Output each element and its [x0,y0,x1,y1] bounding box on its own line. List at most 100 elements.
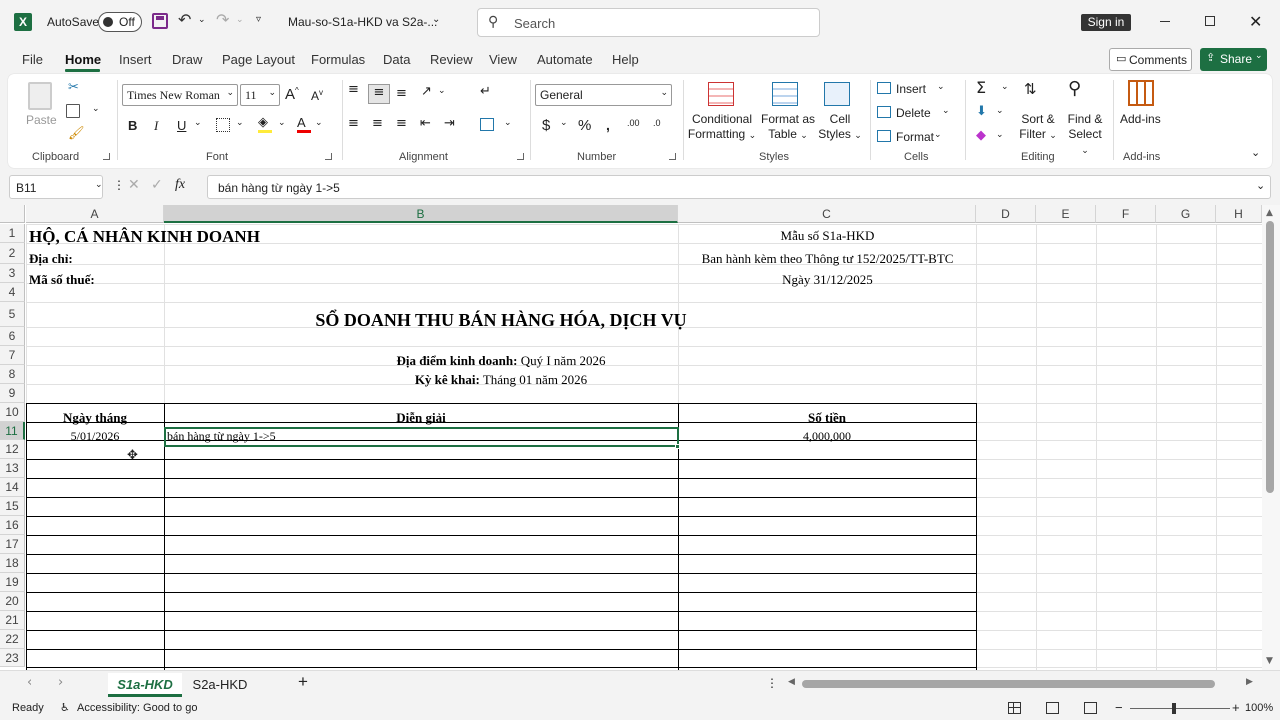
page-break-view-icon[interactable] [1084,702,1097,714]
orientation-icon[interactable]: ↗ [421,84,432,99]
format-as-table-icon[interactable] [772,82,798,106]
increase-decimal-icon[interactable]: .00 [627,118,640,128]
select-all-corner[interactable] [0,205,25,223]
column-header-b[interactable]: B [164,205,678,223]
number-format-select[interactable]: General ⌄ [535,84,672,106]
undo-dropdown-icon[interactable]: ⌄ [198,15,206,25]
conditional-formatting-icon[interactable] [708,82,734,106]
autosum-dropdown-icon[interactable]: ⌄ [1001,82,1009,92]
zoom-slider-thumb[interactable] [1172,703,1176,714]
zoom-out-icon[interactable]: − [1115,700,1123,715]
delete-cells-icon[interactable] [877,106,891,118]
sheet-tab-s1a-hkd[interactable]: S1a-HKD [108,673,182,697]
merge-center-icon[interactable] [480,118,494,131]
column-header-d[interactable]: D [976,205,1036,223]
close-icon[interactable]: ✕ [1249,12,1262,31]
sort-filter-button[interactable]: Sort & Filter ⌄ [1016,112,1060,144]
cell-styles-icon[interactable] [824,82,850,106]
insert-dropdown-icon[interactable]: ⌄ [937,82,945,92]
format-cells-label[interactable]: Format [896,130,934,144]
cell-c11-amount[interactable]: 4,000,000 [678,429,976,444]
row-header-2[interactable]: 2 [0,243,25,264]
column-header-c[interactable]: C [678,205,976,223]
row-header-20[interactable]: 20 [0,592,25,611]
row-header-14[interactable]: 14 [0,478,25,497]
find-select-icon[interactable]: ⚲ [1068,78,1081,99]
find-select-button[interactable]: Find & Select ⌄ [1063,112,1107,159]
currency-dropdown-icon[interactable]: ⌄ [560,118,568,128]
file-name-dropdown-icon[interactable]: ⌄ [432,14,440,25]
tab-help[interactable]: Help [612,52,639,67]
page-layout-view-icon[interactable] [1046,702,1059,714]
comments-button[interactable]: ▭ Comments [1109,48,1192,71]
add-ins-icon[interactable] [1128,80,1154,106]
currency-button[interactable]: $ [542,117,550,134]
restore-icon[interactable] [1205,16,1215,26]
autosave-toggle[interactable]: Off [98,12,142,32]
row-header-10[interactable]: 10 [0,403,25,422]
number-launcher-icon[interactable] [669,153,676,160]
cell-a1-business-name[interactable]: HỘ, CÁ NHÂN KINH DOANH [29,227,260,247]
decrease-font-icon[interactable]: Av [311,88,323,103]
collapse-ribbon-icon[interactable]: ⌄ [1251,146,1260,159]
row-header-16[interactable]: 16 [0,516,25,535]
format-painter-icon[interactable]: 🖌 [68,126,85,141]
font-name-select[interactable]: Times New Roman ⌄ [122,84,238,106]
add-ins-button[interactable]: Add-ins [1120,112,1161,127]
tab-review[interactable]: Review [430,52,473,67]
cell-declaration-period[interactable]: Kỳ kê khai: Tháng 01 năm 2026 [26,372,976,388]
clipboard-launcher-icon[interactable] [103,153,110,160]
align-top-icon[interactable]: ≡ [348,82,359,97]
format-cells-icon[interactable] [877,130,891,142]
tab-insert[interactable]: Insert [119,52,152,67]
increase-indent-icon[interactable]: ⇥ [444,116,455,131]
tab-file[interactable]: File [22,52,43,67]
next-sheet-icon[interactable]: › [58,675,63,690]
paste-icon[interactable] [28,82,52,110]
formula-input[interactable]: bán hàng từ ngày 1->5 ⌄ [207,175,1271,199]
cell-report-title[interactable]: SỔ DOANH THU BÁN HÀNG HÓA, DỊCH VỤ [26,310,976,331]
tab-split-handle-icon[interactable]: ⋮ [766,676,778,690]
vertical-scroll-thumb[interactable] [1266,221,1274,493]
increase-font-icon[interactable]: A^ [285,86,299,103]
row-header-15[interactable]: 15 [0,497,25,516]
zoom-level[interactable]: 100% [1245,702,1273,714]
format-dropdown-icon[interactable]: ⌄ [934,130,942,140]
normal-view-icon[interactable] [1008,702,1021,714]
cell-a11-date[interactable]: 5/01/2026 [26,429,164,444]
row-header-7[interactable]: 7 [0,346,25,365]
merge-dropdown-icon[interactable]: ⌄ [504,118,512,128]
more-options-icon[interactable]: ⋮ [113,178,125,192]
share-button[interactable]: ⇪ Share ⌄ [1200,48,1267,71]
decrease-indent-icon[interactable]: ⇤ [420,116,431,131]
align-middle-icon[interactable]: ≡ [368,84,390,104]
italic-button[interactable]: I [154,118,158,134]
add-sheet-button[interactable]: + [298,672,308,692]
scroll-down-icon[interactable]: ▼ [1266,656,1273,666]
align-right-icon[interactable]: ≡ [396,116,407,131]
scroll-up-icon[interactable]: ▲ [1266,208,1273,218]
clear-dropdown-icon[interactable]: ⌄ [996,130,1004,140]
font-launcher-icon[interactable] [325,153,332,160]
row-header-13[interactable]: 13 [0,459,25,478]
horizontal-scroll-thumb[interactable] [802,680,1215,688]
scroll-right-icon[interactable]: ▶ [1246,677,1253,687]
borders-dropdown-icon[interactable]: ⌄ [236,118,244,128]
delete-cells-label[interactable]: Delete [896,106,931,120]
header-date[interactable]: Ngày tháng [26,410,164,426]
copy-dropdown-icon[interactable]: ⌄ [92,104,100,114]
underline-dropdown-icon[interactable]: ⌄ [194,118,202,128]
redo-icon[interactable]: ↷ [216,10,229,29]
delete-dropdown-icon[interactable]: ⌄ [942,106,950,116]
header-amount[interactable]: Số tiền [678,410,976,426]
comma-style-icon[interactable]: , [606,117,610,133]
font-color-icon[interactable]: A [297,115,311,133]
vertical-scrollbar[interactable]: ▲ ▼ [1262,205,1280,670]
insert-function-icon[interactable]: fx [175,177,185,193]
autosum-icon[interactable]: Σ [976,78,986,97]
column-header-h[interactable]: H [1216,205,1262,223]
row-header-11[interactable]: 11 [0,422,25,440]
percent-button[interactable]: % [578,117,591,134]
zoom-in-icon[interactable]: + [1232,700,1240,715]
font-color-dropdown-icon[interactable]: ⌄ [315,118,323,128]
